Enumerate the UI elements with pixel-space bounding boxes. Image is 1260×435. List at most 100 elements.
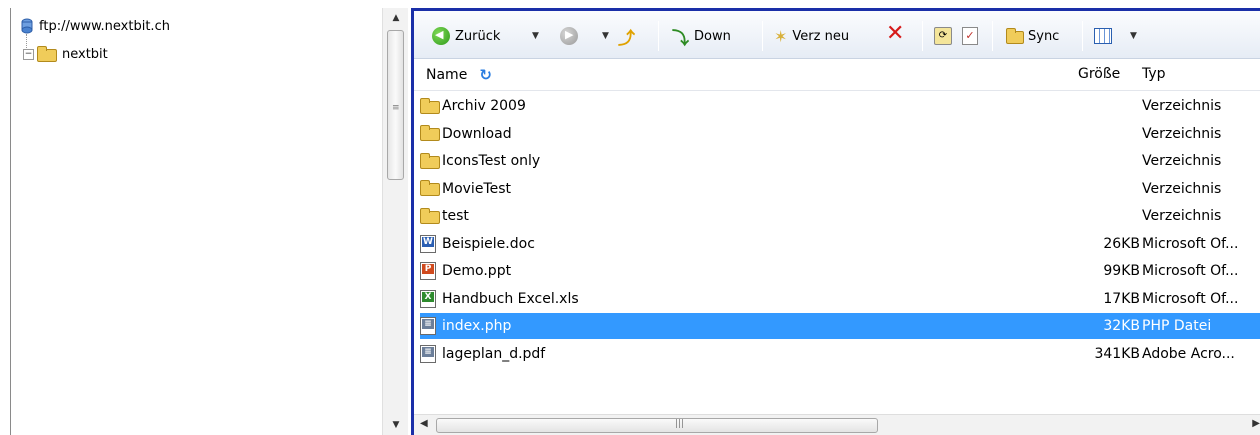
file-size: 341KB (1094, 345, 1140, 362)
scroll-left-icon[interactable]: ◀ (420, 418, 428, 429)
file-name-cell: lageplan_d.pdf (420, 344, 546, 363)
grip-icon: ||| (675, 419, 685, 429)
file-row[interactable]: Archiv 2009 Verzeichnis (420, 93, 1260, 119)
file-row[interactable]: Beispiele.doc 26KBMicrosoft Of... (420, 231, 1260, 257)
grip-icon: ≡ (392, 103, 400, 113)
file-row[interactable]: test Verzeichnis (420, 203, 1260, 229)
file-name-cell: test (420, 207, 469, 224)
file-name: IconsTest only (442, 153, 541, 169)
back-arrow-icon (432, 27, 450, 45)
folder-icon (420, 152, 440, 169)
toolbar-separator (922, 21, 923, 51)
new-folder-icon: ✶ (774, 26, 788, 46)
folder-tree: ftp://www.nextbit.ch − nextbit (11, 8, 381, 435)
toolbar-separator (658, 21, 659, 51)
folder-icon (420, 207, 440, 224)
folder-tree-pane: ftp://www.nextbit.ch − nextbit ▲ ≡ ▼ (10, 8, 408, 435)
toolbar-separator (1082, 21, 1083, 51)
view-grid-icon (1094, 28, 1112, 44)
scrollbar-thumb[interactable]: ≡ (387, 30, 404, 180)
file-name-cell: IconsTest only (420, 152, 541, 169)
column-header-size[interactable]: Größe (1078, 66, 1120, 82)
file-name: test (442, 208, 469, 224)
column-header-name-label: Name (426, 67, 468, 83)
column-header-type[interactable]: Typ (1142, 66, 1166, 82)
scrollbar-thumb[interactable]: ||| (436, 418, 878, 433)
file-name-cell: Handbuch Excel.xls (420, 289, 579, 308)
file-type: Verzeichnis (1142, 180, 1222, 197)
up-folder-button[interactable]: ⤴ (618, 25, 635, 49)
file-type: Verzeichnis (1142, 98, 1222, 114)
scroll-down-icon[interactable]: ▼ (383, 415, 409, 435)
excel-doc-icon (420, 289, 436, 308)
file-size: 26KB (1103, 235, 1140, 252)
properties-button[interactable]: ✓ (962, 25, 978, 47)
file-name-cell: index.php (420, 317, 511, 335)
folder-icon (420, 97, 440, 114)
folder-icon (420, 180, 440, 196)
collapse-icon[interactable]: − (23, 48, 34, 60)
file-row[interactable]: IconsTest only Verzeichnis (420, 148, 1260, 174)
file-row[interactable]: Demo.ppt 99KBMicrosoft Of... (420, 258, 1260, 284)
download-button-label: Down (694, 28, 731, 44)
file-name: Beispiele.doc (442, 235, 535, 252)
back-button[interactable]: Zurück (432, 25, 500, 47)
toolbar: Zurück ▼ ▼ ⤴ ⤵ Down ✶ Verz neu ✕ ⟳ ✓ (414, 11, 1260, 59)
scroll-up-icon[interactable]: ▲ (383, 8, 409, 28)
file-name-cell: Download (420, 125, 512, 142)
file-name: MovieTest (442, 180, 512, 197)
file-row[interactable]: index.php 32KBPHP Datei (420, 313, 1260, 339)
file-type: Microsoft Of... (1142, 263, 1239, 279)
file-name: Handbuch Excel.xls (442, 290, 579, 307)
delete-button[interactable]: ✕ (886, 21, 904, 46)
file-type: Verzeichnis (1142, 153, 1222, 169)
tree-item-nextbit[interactable]: − nextbit (23, 44, 108, 64)
tree-item-nextbit-label: nextbit (62, 46, 108, 62)
new-folder-button[interactable]: ✶ Verz neu (774, 25, 849, 47)
back-history-dropdown[interactable]: ▼ (532, 25, 539, 47)
file-row[interactable]: Download Verzeichnis (420, 121, 1260, 147)
toolbar-separator (992, 21, 993, 51)
column-header-name[interactable]: Name ↻ (426, 66, 492, 84)
sort-icon: ↻ (479, 66, 492, 84)
file-name-cell: Archiv 2009 (420, 97, 526, 114)
file-type: Adobe Acro... (1142, 345, 1235, 362)
forward-button[interactable] (560, 25, 578, 47)
file-size: 32KB (1103, 318, 1140, 334)
file-row[interactable]: MovieTest Verzeichnis (420, 176, 1260, 202)
file-name: lageplan_d.pdf (442, 345, 546, 362)
download-icon: ⤵ (672, 28, 689, 49)
file-row[interactable]: Handbuch Excel.xls 17KBMicrosoft Of... (420, 286, 1260, 312)
view-mode-dropdown[interactable]: ▼ (1130, 25, 1137, 47)
file-name: Demo.ppt (442, 263, 512, 279)
sync-button[interactable]: Sync (1006, 25, 1059, 47)
file-name-cell: Demo.ppt (420, 262, 511, 280)
file-row[interactable]: lageplan_d.pdf 341KBAdobe Acro... (420, 341, 1260, 367)
file-list-horizontal-scrollbar[interactable]: ◀ ||| ▶ (414, 414, 1260, 435)
server-icon (21, 18, 33, 34)
refresh-button[interactable]: ⟳ (934, 25, 952, 47)
refresh-icon: ⟳ (934, 27, 952, 45)
tree-vertical-scrollbar[interactable]: ▲ ≡ ▼ (382, 8, 408, 435)
file-type: Microsoft Of... (1142, 290, 1239, 307)
toolbar-separator (762, 21, 763, 51)
view-mode-button[interactable] (1094, 25, 1112, 47)
forward-history-dropdown[interactable]: ▼ (602, 25, 609, 47)
tree-item-root[interactable]: ftp://www.nextbit.ch (21, 16, 170, 36)
file-name: index.php (442, 318, 512, 334)
pdf-file-icon (420, 344, 436, 363)
download-button[interactable]: ⤵ Down (672, 25, 731, 49)
file-size: 99KB (1103, 263, 1140, 279)
up-arrow-icon: ⤴ (618, 28, 635, 49)
check-document-icon: ✓ (962, 27, 978, 45)
word-doc-icon (420, 234, 436, 253)
scroll-right-icon[interactable]: ▶ (1252, 418, 1260, 429)
php-file-icon (420, 317, 436, 335)
file-type: PHP Datei (1142, 318, 1212, 334)
back-button-label: Zurück (455, 28, 501, 44)
file-name-cell: MovieTest (420, 180, 512, 197)
file-type: Microsoft Of... (1142, 235, 1239, 252)
new-folder-button-label: Verz neu (792, 28, 850, 44)
tree-item-root-label: ftp://www.nextbit.ch (39, 18, 170, 34)
sync-button-label: Sync (1028, 28, 1060, 44)
